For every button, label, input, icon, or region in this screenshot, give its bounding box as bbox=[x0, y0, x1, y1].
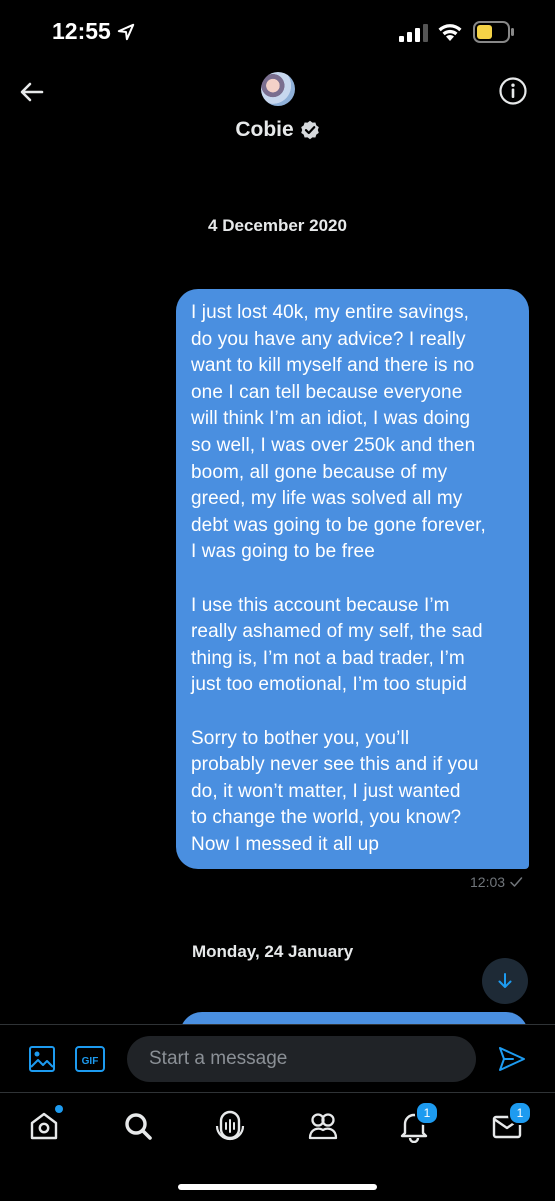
status-time-group: 12:55 bbox=[52, 18, 135, 45]
notifications-badge: 1 bbox=[415, 1101, 439, 1125]
image-icon[interactable] bbox=[28, 1045, 56, 1073]
tab-spaces[interactable] bbox=[213, 1109, 247, 1143]
tab-search[interactable] bbox=[121, 1109, 155, 1143]
gif-label: GIF bbox=[82, 1056, 99, 1067]
conversation-header: Cobie bbox=[0, 66, 555, 166]
communities-icon bbox=[308, 1113, 338, 1140]
message-timestamp: 12:03 bbox=[470, 874, 506, 890]
tab-messages[interactable]: 1 bbox=[490, 1101, 532, 1143]
contact-avatar[interactable] bbox=[261, 72, 295, 106]
home-icon bbox=[30, 1112, 58, 1140]
date-separator: Monday, 24 January bbox=[192, 942, 354, 961]
home-indicator[interactable] bbox=[178, 1184, 377, 1190]
tab-home[interactable] bbox=[27, 1105, 63, 1143]
sent-check-icon bbox=[510, 877, 523, 887]
home-new-dot bbox=[55, 1105, 63, 1113]
bottom-tab-bar: 1 1 bbox=[0, 1092, 555, 1201]
info-icon[interactable] bbox=[498, 76, 528, 106]
contact-name[interactable]: Cobie bbox=[235, 118, 293, 142]
wifi-icon bbox=[438, 24, 462, 41]
contact-name-row: Cobie bbox=[0, 118, 555, 142]
message-input[interactable] bbox=[127, 1036, 476, 1082]
message-composer: GIF bbox=[0, 1024, 555, 1093]
back-arrow-icon[interactable] bbox=[16, 76, 48, 108]
tab-notifications[interactable]: 1 bbox=[397, 1101, 439, 1144]
gif-icon: GIF bbox=[75, 1046, 105, 1072]
search-icon bbox=[125, 1113, 152, 1140]
location-arrow-icon bbox=[117, 23, 135, 40]
tab-communities[interactable] bbox=[306, 1109, 340, 1143]
status-bar: 12:55 bbox=[0, 0, 555, 66]
gif-button[interactable]: GIF bbox=[75, 1045, 105, 1073]
spaces-icon bbox=[215, 1110, 245, 1141]
arrow-down-icon bbox=[498, 973, 512, 988]
date-separator: 4 December 2020 bbox=[208, 216, 347, 235]
cellular-signal-icon bbox=[399, 24, 428, 42]
message-timestamp-group: 12:03 bbox=[470, 874, 523, 890]
send-icon[interactable] bbox=[497, 1044, 527, 1074]
battery-icon bbox=[473, 21, 514, 43]
verified-badge-icon bbox=[300, 120, 319, 140]
message-bubble-outgoing[interactable]: I just lost 40k, my entire savings, do y… bbox=[176, 289, 529, 869]
messages-badge: 1 bbox=[508, 1101, 532, 1125]
status-time: 12:55 bbox=[52, 18, 111, 44]
scroll-to-bottom-button[interactable] bbox=[482, 958, 528, 1004]
